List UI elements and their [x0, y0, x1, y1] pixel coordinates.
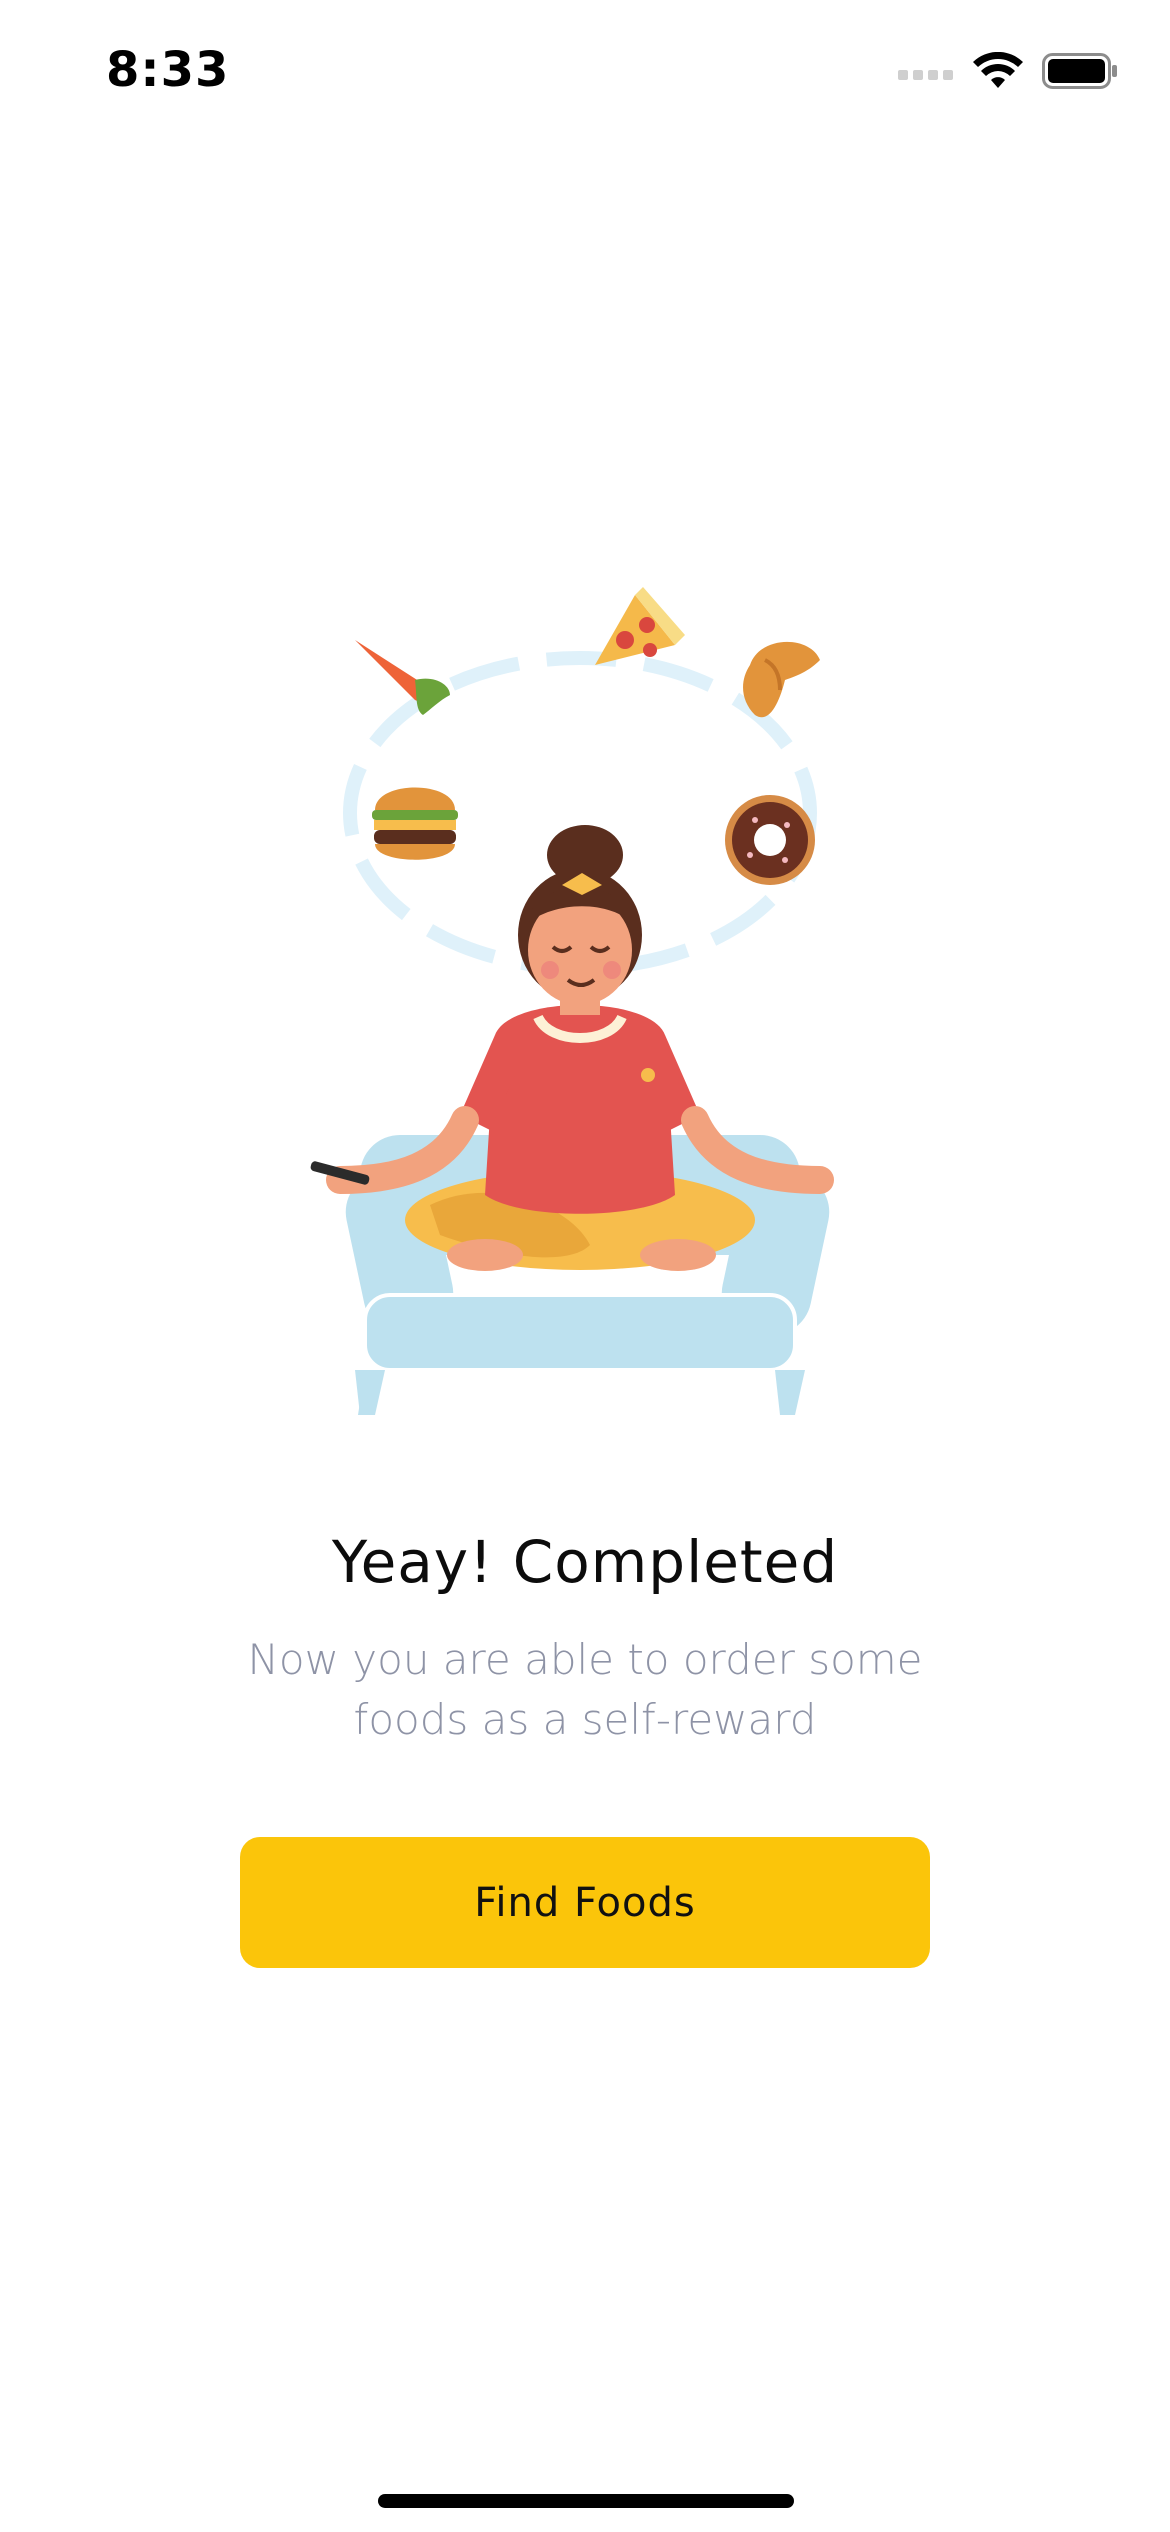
meditating-woman-illustration	[310, 587, 834, 1415]
carrot-icon	[355, 640, 450, 715]
home-indicator	[378, 2494, 794, 2508]
find-foods-button[interactable]: Find Foods	[240, 1837, 930, 1968]
cellular-signal-icon	[898, 70, 953, 80]
status-bar: 8:33	[0, 0, 1170, 150]
torso	[460, 1005, 700, 1214]
pizza-icon	[595, 587, 685, 665]
burger-icon	[372, 787, 458, 860]
head	[518, 825, 642, 1015]
status-time: 8:33	[106, 42, 230, 98]
page-title: Yeay! Completed	[331, 1528, 839, 1596]
status-icons	[898, 52, 1118, 90]
wifi-icon	[973, 52, 1023, 88]
battery-icon	[1042, 53, 1117, 89]
croissant-icon	[743, 641, 820, 718]
donut-icon	[725, 795, 815, 885]
page-subtitle: Now you are able to order some foods as …	[247, 1635, 923, 1744]
